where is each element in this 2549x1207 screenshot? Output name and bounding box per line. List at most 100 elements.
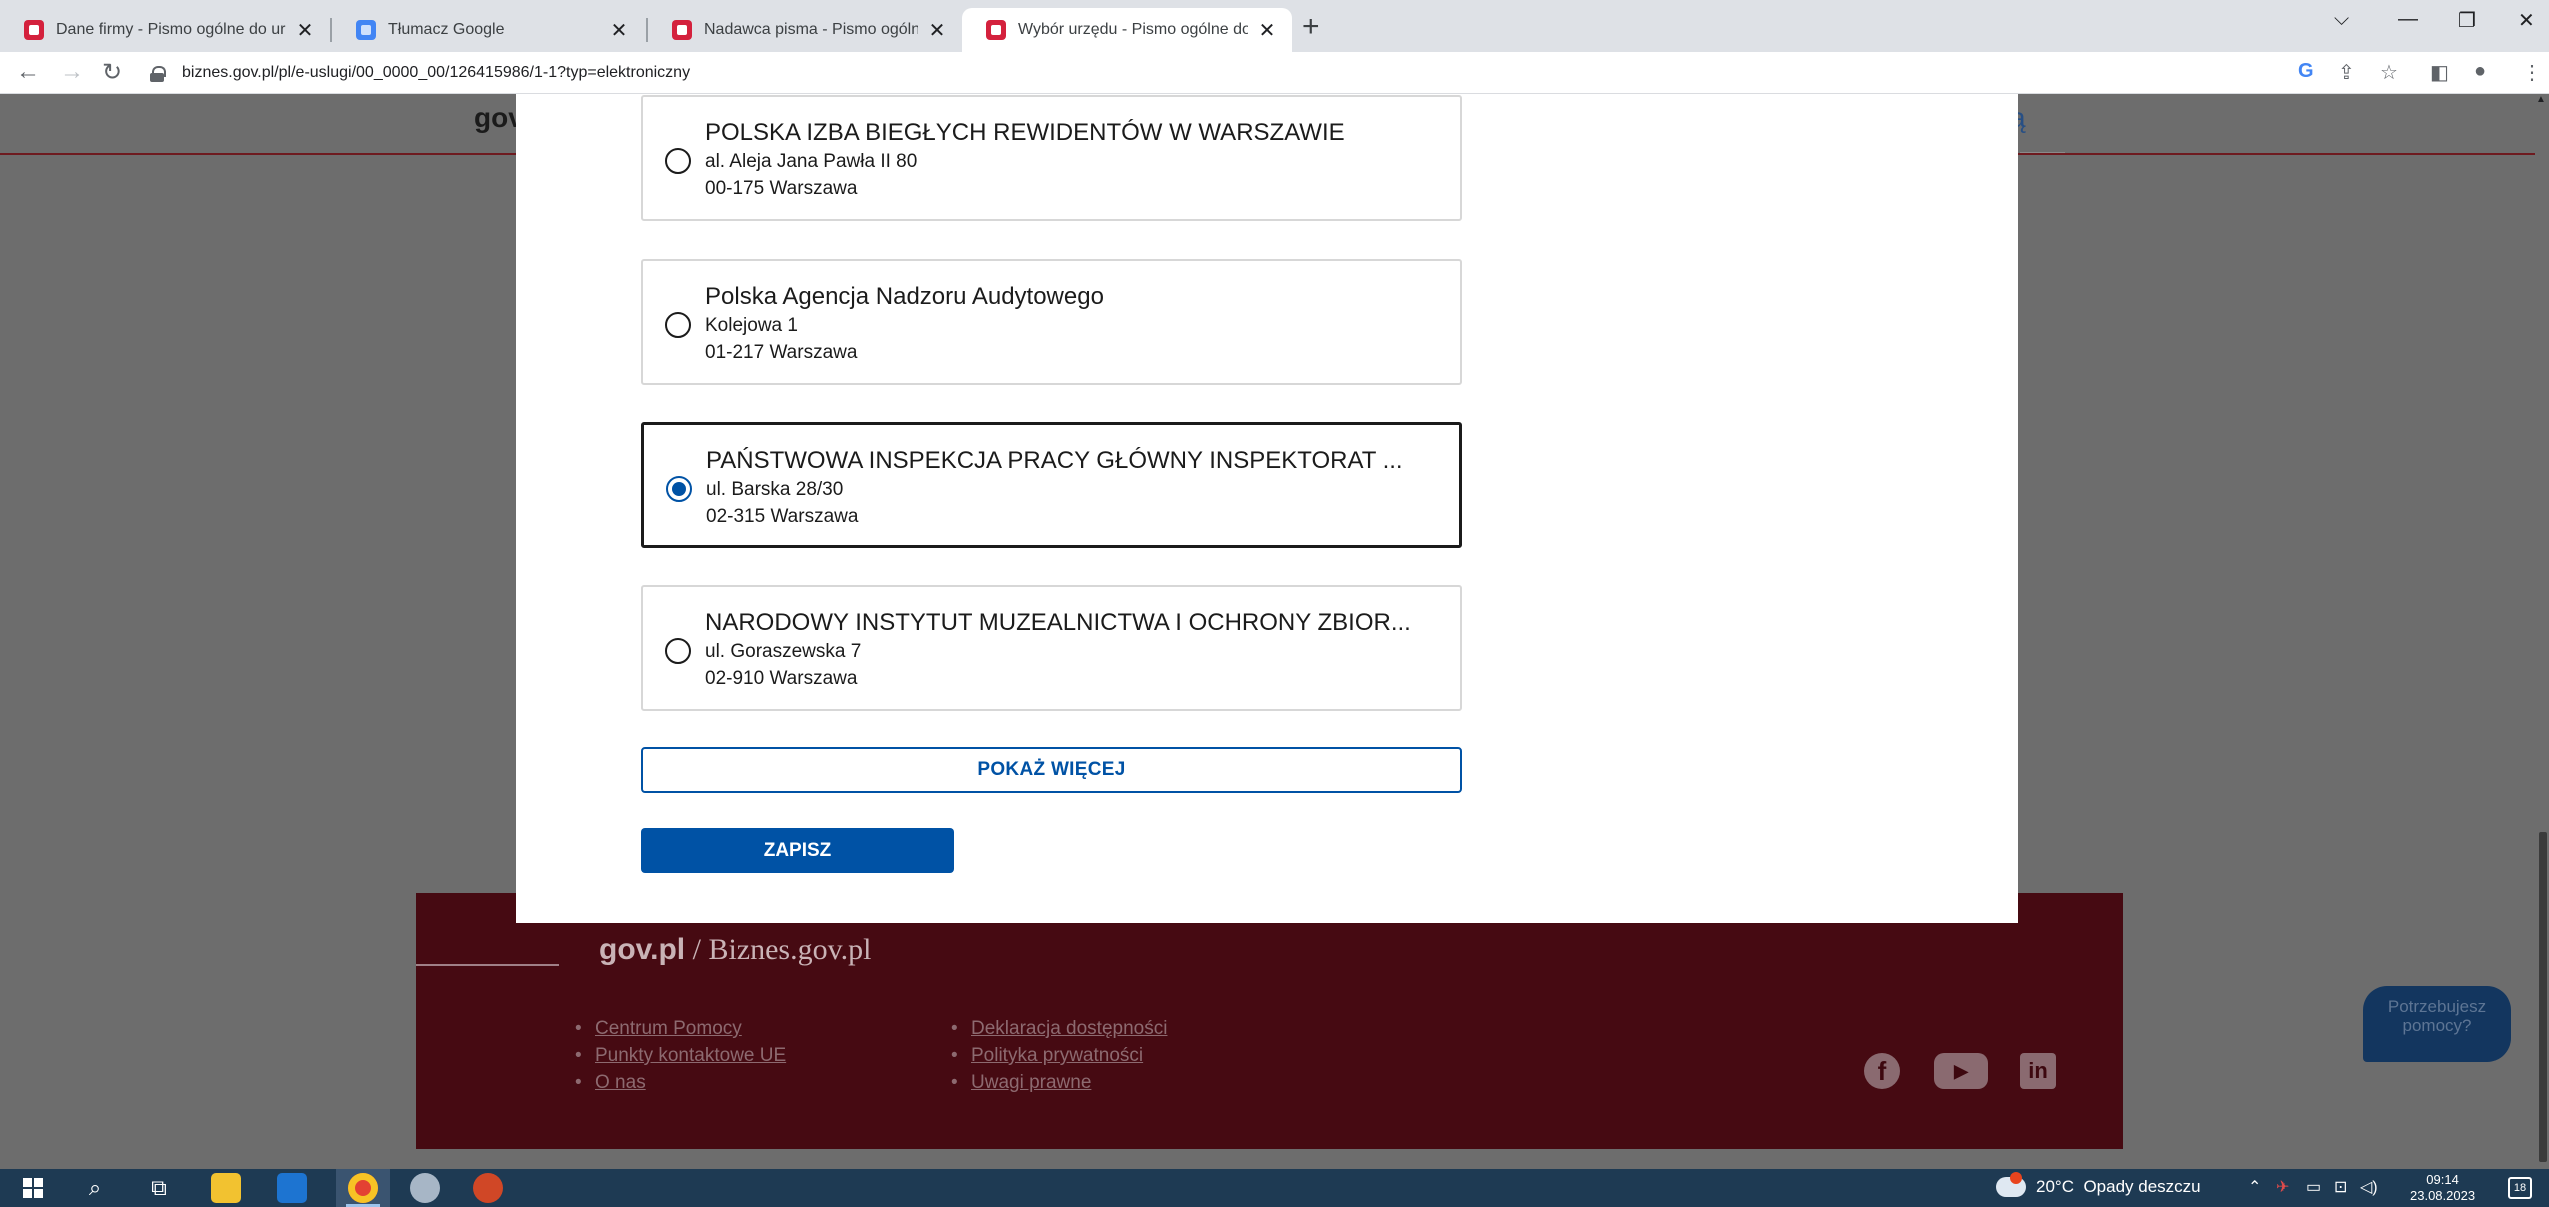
windows-start-icon[interactable] <box>18 1173 48 1203</box>
footer-link-uwagi[interactable]: Uwagi prawne <box>951 1069 1167 1096</box>
tab-dane-firmy[interactable]: Dane firmy - Pismo ogólne do ur ✕ <box>0 8 330 52</box>
footer-links-column-2: Deklaracja dostępności Polityka prywatno… <box>951 1015 1167 1096</box>
close-tab-icon[interactable]: ✕ <box>608 18 630 43</box>
profile-avatar-icon[interactable]: ● <box>2474 60 2486 83</box>
browser-tab-bar: Dane firmy - Pismo ogólne do ur ✕ Tłumac… <box>0 0 2549 52</box>
help-chat-button[interactable]: Potrzebujesz pomocy? <box>2363 986 2511 1062</box>
search-icon[interactable]: ⌕ <box>80 1173 110 1203</box>
reload-icon[interactable]: ↻ <box>102 58 122 87</box>
volume-icon[interactable]: ◁) <box>2360 1177 2378 1197</box>
new-tab-button[interactable]: + <box>1302 10 1320 44</box>
office-name: Polska Agencja Nadzoru Audytowego <box>705 283 1104 310</box>
facebook-icon[interactable]: f <box>1864 1053 1900 1089</box>
office-street: al. Aleja Jana Pawła II 80 <box>705 151 918 172</box>
vpn-app-icon[interactable] <box>410 1173 440 1203</box>
menu-kebab-icon[interactable]: ⋮ <box>2522 60 2542 85</box>
office-option[interactable]: NARODOWY INSTYTUT MUZEALNICTWA I OCHRONY… <box>641 585 1462 711</box>
close-tab-icon[interactable]: ✕ <box>294 18 316 43</box>
restore-window-icon[interactable]: ❐ <box>2458 8 2476 33</box>
weather-rain-icon <box>1996 1172 2026 1197</box>
footer-link-centrum-pomocy[interactable]: Centrum Pomocy <box>575 1015 786 1042</box>
biznes-gov-favicon-icon <box>986 20 1006 40</box>
radio-button[interactable] <box>665 312 691 338</box>
footer-brand-biznes: / Biznes.gov.pl <box>685 933 872 966</box>
tab-title: Wybór urzędu - Pismo ogólne do <box>1018 21 1248 38</box>
tab-wybor-urzedu[interactable]: Wybór urzędu - Pismo ogólne do ✕ <box>962 8 1292 52</box>
show-more-button[interactable]: POKAŻ WIĘCEJ <box>641 747 1462 793</box>
tab-tlumacz-google[interactable]: Tłumacz Google ✕ <box>332 8 644 52</box>
tab-search-chevron-icon[interactable]: ⌵ <box>2334 8 2349 31</box>
office-selection-modal: POLSKA IZBA BIEGŁYCH REWIDENTÓW W WARSZA… <box>516 94 2018 923</box>
file-explorer-icon[interactable] <box>211 1173 241 1203</box>
footer-link-punkty-kontaktowe[interactable]: Punkty kontaktowe UE <box>575 1042 786 1069</box>
footer-link-o-nas[interactable]: O nas <box>575 1069 786 1096</box>
office-postal-city: 01-217 Warszawa <box>705 342 858 363</box>
footer-link-polityka[interactable]: Polityka prywatności <box>951 1042 1167 1069</box>
page-scrollbar-thumb[interactable] <box>2539 832 2547 1162</box>
biznes-gov-favicon-icon <box>672 20 692 40</box>
footer-brand[interactable]: gov.pl / Biznes.gov.pl <box>599 933 871 967</box>
powerpoint-icon[interactable] <box>473 1173 503 1203</box>
outlook-icon[interactable] <box>277 1173 307 1203</box>
google-extension-icon[interactable]: G <box>2298 60 2314 83</box>
url-text: biznes.gov.pl/pl/e-uslugi/00_0000_00/126… <box>182 64 691 81</box>
footer-links-column-1: Centrum Pomocy Punkty kontaktowe UE O na… <box>575 1015 786 1096</box>
office-option[interactable]: Polska Agencja Nadzoru Audytowego Kolejo… <box>641 259 1462 385</box>
office-street: ul. Goraszewska 7 <box>705 641 862 662</box>
site-footer: gov.pl / Biznes.gov.pl Centrum Pomocy Pu… <box>416 893 2123 1149</box>
back-arrow-icon[interactable]: ← <box>16 58 40 86</box>
office-street: Kolejowa 1 <box>705 315 798 336</box>
radio-button[interactable] <box>665 638 691 664</box>
office-postal-city: 02-910 Warszawa <box>705 668 858 689</box>
share-icon[interactable]: ⇪ <box>2338 60 2355 85</box>
tab-title: Nadawca pisma - Pismo ogólne d <box>704 21 918 38</box>
tab-nadawca-pisma[interactable]: Nadawca pisma - Pismo ogólne d ✕ <box>648 8 962 52</box>
office-street: ul. Barska 28/30 <box>706 479 844 500</box>
save-button[interactable]: ZAPISZ <box>641 828 954 873</box>
side-panel-icon[interactable]: ◧ <box>2430 60 2449 85</box>
battery-icon[interactable]: ▭ <box>2306 1177 2321 1197</box>
clock-time: 09:14 <box>2426 1172 2459 1187</box>
radio-button-checked[interactable] <box>666 476 692 502</box>
network-icon[interactable]: ⊡ <box>2334 1177 2347 1197</box>
tab-title: Tłumacz Google <box>388 21 505 38</box>
bookmark-star-icon[interactable]: ☆ <box>2380 60 2398 85</box>
footer-brand-gov: gov.pl <box>599 933 686 966</box>
office-name: PAŃSTWOWA INSPEKCJA PRACY GŁÓWNY INSPEKT… <box>706 447 1403 474</box>
tab-title: Dane firmy - Pismo ogólne do ur <box>56 21 286 38</box>
close-window-icon[interactable]: ✕ <box>2518 8 2535 33</box>
radio-dot <box>672 482 686 496</box>
radio-button[interactable] <box>665 148 691 174</box>
youtube-icon[interactable]: ▶ <box>1934 1053 1988 1089</box>
office-option[interactable]: POLSKA IZBA BIEGŁYCH REWIDENTÓW W WARSZA… <box>641 95 1462 221</box>
forward-arrow-icon[interactable]: → <box>60 58 84 86</box>
browser-toolbar: ← → ↻ biznes.gov.pl/pl/e-uslugi/00_0000_… <box>0 52 2549 94</box>
address-bar[interactable]: biznes.gov.pl/pl/e-uslugi/00_0000_00/126… <box>150 56 2280 90</box>
weather-widget[interactable]: 20°C Opady deszczu <box>1996 1172 2201 1197</box>
notification-center-icon[interactable]: 18 <box>2508 1177 2532 1199</box>
footer-link-deklaracja[interactable]: Deklaracja dostępności <box>951 1015 1167 1042</box>
task-view-icon[interactable]: ⧉ <box>144 1173 174 1203</box>
system-clock[interactable]: 09:14 23.08.2023 <box>2410 1172 2475 1204</box>
scroll-up-arrow-icon[interactable]: ▲ <box>2536 94 2546 105</box>
office-option-selected[interactable]: PAŃSTWOWA INSPEKCJA PRACY GŁÓWNY INSPEKT… <box>641 422 1462 548</box>
tray-network-warning-icon[interactable]: ✈ <box>2276 1177 2289 1197</box>
linkedin-icon[interactable]: in <box>2020 1053 2056 1089</box>
minimize-window-icon[interactable]: — <box>2398 8 2418 31</box>
page-backdrop: gov ą gov.pl / Biznes.gov.pl Centrum Pom… <box>0 94 2549 1169</box>
office-name: POLSKA IZBA BIEGŁYCH REWIDENTÓW W WARSZA… <box>705 119 1345 146</box>
tray-chevron-up-icon[interactable]: ⌃ <box>2248 1177 2261 1197</box>
office-postal-city: 00-175 Warszawa <box>705 178 858 199</box>
office-name: NARODOWY INSTYTUT MUZEALNICTWA I OCHRONY… <box>705 609 1411 636</box>
weather-description: Opady deszczu <box>2083 1177 2201 1196</box>
windows-taskbar: ⌕ ⧉ 20°C Opady deszczu ⌃ ✈ ▭ ⊡ ◁) 09:14 … <box>0 1169 2549 1207</box>
biznes-gov-favicon-icon <box>24 20 44 40</box>
office-postal-city: 02-315 Warszawa <box>706 506 859 527</box>
lock-icon <box>150 66 166 82</box>
close-tab-icon[interactable]: ✕ <box>1256 18 1278 43</box>
clock-date: 23.08.2023 <box>2410 1188 2476 1203</box>
footer-accent-line <box>416 964 559 966</box>
chrome-icon[interactable] <box>348 1173 378 1203</box>
google-translate-favicon-icon <box>356 20 376 40</box>
close-tab-icon[interactable]: ✕ <box>926 18 948 43</box>
